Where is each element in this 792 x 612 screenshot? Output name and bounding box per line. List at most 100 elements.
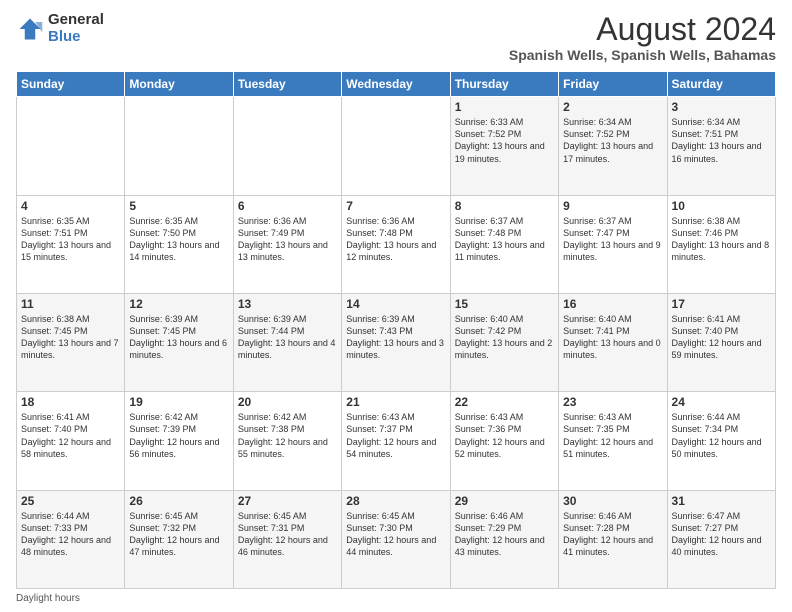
col-header-sunday: Sunday: [17, 72, 125, 97]
day-number: 15: [455, 297, 554, 311]
calendar-week-4: 18Sunrise: 6:41 AM Sunset: 7:40 PM Dayli…: [17, 392, 776, 490]
day-number: 29: [455, 494, 554, 508]
day-info: Sunrise: 6:44 AM Sunset: 7:34 PM Dayligh…: [672, 411, 771, 460]
calendar-cell: 26 Sunrise: 6:45 AM Sunset: 7:32 PM Dayli…: [125, 490, 233, 588]
calendar-cell: 16 Sunrise: 6:40 AM Sunset: 7:41 PM Dayli…: [559, 293, 667, 391]
day-number: 19: [129, 395, 228, 409]
calendar-cell: [342, 97, 450, 195]
day-number: 25: [21, 494, 120, 508]
day-info: Sunrise: 6:33 AM Sunset: 7:52 PM Dayligh…: [455, 116, 554, 165]
day-info: Sunrise: 6:42 AM Sunset: 7:39 PM Dayligh…: [129, 411, 228, 460]
day-number: 12: [129, 297, 228, 311]
day-info: Sunrise: 6:39 AM Sunset: 7:43 PM Dayligh…: [346, 313, 445, 362]
calendar-cell: 20 Sunrise: 6:42 AM Sunset: 7:38 PM Dayli…: [233, 392, 341, 490]
col-header-tuesday: Tuesday: [233, 72, 341, 97]
day-number: 9: [563, 199, 662, 213]
day-number: 26: [129, 494, 228, 508]
col-header-wednesday: Wednesday: [342, 72, 450, 97]
col-header-monday: Monday: [125, 72, 233, 97]
day-info: Sunrise: 6:35 AM Sunset: 7:51 PM Dayligh…: [21, 215, 120, 264]
day-info: Sunrise: 6:40 AM Sunset: 7:42 PM Dayligh…: [455, 313, 554, 362]
day-number: 21: [346, 395, 445, 409]
calendar-cell: 10Sunrise: 6:38 AM Sunset: 7:46 PM Dayli…: [667, 195, 775, 293]
day-info: Sunrise: 6:39 AM Sunset: 7:44 PM Dayligh…: [238, 313, 337, 362]
calendar-cell: 30Sunrise: 6:46 AM Sunset: 7:28 PM Dayli…: [559, 490, 667, 588]
calendar-cell: 14 Sunrise: 6:39 AM Sunset: 7:43 PM Dayli…: [342, 293, 450, 391]
calendar-cell: 3 Sunrise: 6:34 AM Sunset: 7:51 PM Daylig…: [667, 97, 775, 195]
calendar-cell: 22 Sunrise: 6:43 AM Sunset: 7:36 PM Dayli…: [450, 392, 558, 490]
calendar-cell: 6 Sunrise: 6:36 AM Sunset: 7:49 PM Daylig…: [233, 195, 341, 293]
day-info: Sunrise: 6:47 AM Sunset: 7:27 PM Dayligh…: [672, 510, 771, 559]
day-info: Sunrise: 6:41 AM Sunset: 7:40 PM Dayligh…: [21, 411, 120, 460]
col-header-thursday: Thursday: [450, 72, 558, 97]
day-info: Sunrise: 6:38 AM Sunset: 7:45 PM Dayligh…: [21, 313, 120, 362]
calendar-cell: 31Sunrise: 6:47 AM Sunset: 7:27 PM Dayli…: [667, 490, 775, 588]
day-number: 5: [129, 199, 228, 213]
calendar-cell: 15 Sunrise: 6:40 AM Sunset: 7:42 PM Dayli…: [450, 293, 558, 391]
day-info: Sunrise: 6:46 AM Sunset: 7:28 PM Dayligh…: [563, 510, 662, 559]
logo: General Blue: [16, 12, 104, 45]
day-info: Sunrise: 6:34 AM Sunset: 7:52 PM Dayligh…: [563, 116, 662, 165]
day-number: 20: [238, 395, 337, 409]
calendar-cell: 2 Sunrise: 6:34 AM Sunset: 7:52 PM Daylig…: [559, 97, 667, 195]
day-info: Sunrise: 6:34 AM Sunset: 7:51 PM Dayligh…: [672, 116, 771, 165]
day-info: Sunrise: 6:41 AM Sunset: 7:40 PM Dayligh…: [672, 313, 771, 362]
sub-title: Spanish Wells, Spanish Wells, Bahamas: [509, 47, 776, 63]
calendar-cell: 7Sunrise: 6:36 AM Sunset: 7:48 PM Daylig…: [342, 195, 450, 293]
calendar-cell: 19 Sunrise: 6:42 AM Sunset: 7:39 PM Dayli…: [125, 392, 233, 490]
day-info: Sunrise: 6:37 AM Sunset: 7:47 PM Dayligh…: [563, 215, 662, 264]
footer: Daylight hours: [16, 593, 776, 604]
col-header-saturday: Saturday: [667, 72, 775, 97]
calendar-cell: 12Sunrise: 6:39 AM Sunset: 7:45 PM Dayli…: [125, 293, 233, 391]
day-number: 3: [672, 100, 771, 114]
day-number: 16: [563, 297, 662, 311]
calendar-cell: 25Sunrise: 6:44 AM Sunset: 7:33 PM Dayli…: [17, 490, 125, 588]
day-info: Sunrise: 6:35 AM Sunset: 7:50 PM Dayligh…: [129, 215, 228, 264]
footer-label: Daylight hours: [16, 593, 80, 604]
day-number: 17: [672, 297, 771, 311]
day-info: Sunrise: 6:43 AM Sunset: 7:37 PM Dayligh…: [346, 411, 445, 460]
day-info: Sunrise: 6:36 AM Sunset: 7:49 PM Dayligh…: [238, 215, 337, 264]
calendar-cell: 18Sunrise: 6:41 AM Sunset: 7:40 PM Dayli…: [17, 392, 125, 490]
calendar-week-1: 1 Sunrise: 6:33 AM Sunset: 7:52 PM Daylig…: [17, 97, 776, 195]
day-number: 1: [455, 100, 554, 114]
day-number: 24: [672, 395, 771, 409]
logo-icon: [16, 15, 44, 43]
day-info: Sunrise: 6:40 AM Sunset: 7:41 PM Dayligh…: [563, 313, 662, 362]
day-number: 6: [238, 199, 337, 213]
day-info: Sunrise: 6:43 AM Sunset: 7:35 PM Dayligh…: [563, 411, 662, 460]
calendar-cell: 23 Sunrise: 6:43 AM Sunset: 7:35 PM Dayli…: [559, 392, 667, 490]
day-number: 23: [563, 395, 662, 409]
calendar-cell: [233, 97, 341, 195]
day-info: Sunrise: 6:43 AM Sunset: 7:36 PM Dayligh…: [455, 411, 554, 460]
calendar-week-3: 11Sunrise: 6:38 AM Sunset: 7:45 PM Dayli…: [17, 293, 776, 391]
calendar-cell: 27 Sunrise: 6:45 AM Sunset: 7:31 PM Dayli…: [233, 490, 341, 588]
calendar-cell: 9 Sunrise: 6:37 AM Sunset: 7:47 PM Daylig…: [559, 195, 667, 293]
main-title: August 2024: [509, 12, 776, 47]
day-number: 27: [238, 494, 337, 508]
day-number: 28: [346, 494, 445, 508]
calendar-cell: 28Sunrise: 6:45 AM Sunset: 7:30 PM Dayli…: [342, 490, 450, 588]
calendar-cell: 13 Sunrise: 6:39 AM Sunset: 7:44 PM Dayli…: [233, 293, 341, 391]
day-info: Sunrise: 6:36 AM Sunset: 7:48 PM Dayligh…: [346, 215, 445, 264]
calendar-cell: 24 Sunrise: 6:44 AM Sunset: 7:34 PM Dayli…: [667, 392, 775, 490]
logo-general-text: General: [48, 12, 104, 29]
day-info: Sunrise: 6:46 AM Sunset: 7:29 PM Dayligh…: [455, 510, 554, 559]
day-number: 14: [346, 297, 445, 311]
calendar-week-5: 25Sunrise: 6:44 AM Sunset: 7:33 PM Dayli…: [17, 490, 776, 588]
day-number: 2: [563, 100, 662, 114]
calendar-cell: 17 Sunrise: 6:41 AM Sunset: 7:40 PM Dayli…: [667, 293, 775, 391]
calendar-cell: 1 Sunrise: 6:33 AM Sunset: 7:52 PM Daylig…: [450, 97, 558, 195]
calendar-cell: [125, 97, 233, 195]
day-number: 13: [238, 297, 337, 311]
day-info: Sunrise: 6:45 AM Sunset: 7:31 PM Dayligh…: [238, 510, 337, 559]
day-number: 8: [455, 199, 554, 213]
day-info: Sunrise: 6:45 AM Sunset: 7:32 PM Dayligh…: [129, 510, 228, 559]
day-number: 22: [455, 395, 554, 409]
calendar-cell: 21 Sunrise: 6:43 AM Sunset: 7:37 PM Dayli…: [342, 392, 450, 490]
calendar-table: SundayMondayTuesdayWednesdayThursdayFrid…: [16, 71, 776, 589]
day-number: 10: [672, 199, 771, 213]
calendar-cell: [17, 97, 125, 195]
day-info: Sunrise: 6:42 AM Sunset: 7:38 PM Dayligh…: [238, 411, 337, 460]
col-header-friday: Friday: [559, 72, 667, 97]
